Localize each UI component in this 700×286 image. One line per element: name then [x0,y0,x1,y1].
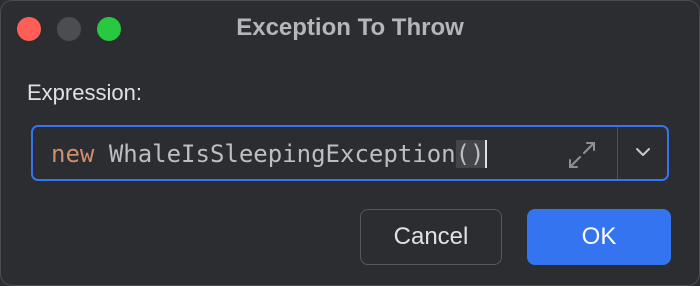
history-dropdown-button[interactable] [619,127,667,179]
constructor-parens: () [455,140,485,168]
ok-button[interactable]: OK [527,209,671,265]
expand-icon[interactable] [567,140,597,170]
text-caret [484,140,487,168]
dialog-window: Exception To Throw Expression: new Whale… [0,0,700,286]
field-divider [617,127,618,179]
expression-field[interactable]: new WhaleIsSleepingException() [31,125,669,181]
keyword-new: new [51,140,95,168]
exception-class-name: WhaleIsSleepingException [108,140,456,168]
expression-label: Expression: [27,80,142,105]
chevron-down-icon [636,148,650,156]
dialog-title: Exception To Throw [236,14,464,41]
expression-input[interactable]: new WhaleIsSleepingException() [51,140,487,168]
cancel-button[interactable]: Cancel [360,209,502,265]
